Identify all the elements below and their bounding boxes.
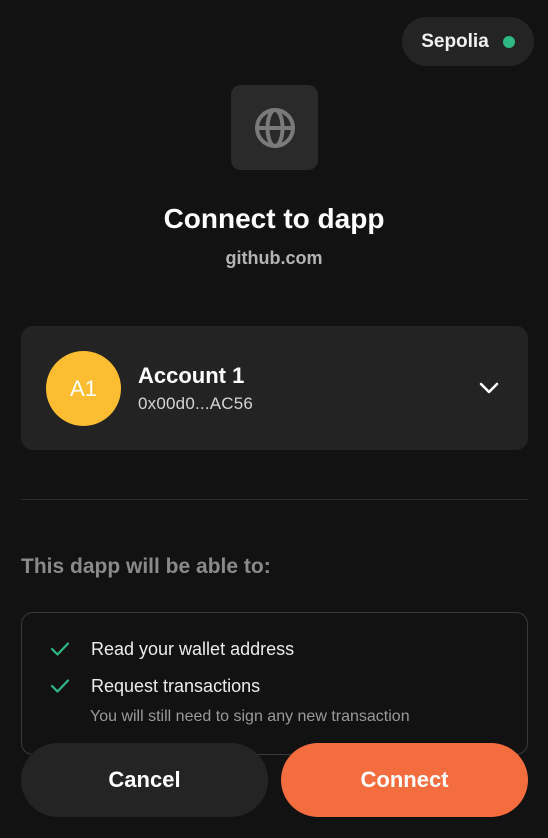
section-divider [21,499,528,500]
page-title: Connect to dapp [163,203,385,234]
permission-label: Read your wallet address [91,638,295,659]
network-status-dot [502,35,515,48]
check-icon [50,638,72,660]
connect-dapp-screen: Sepolia Connect to dapp github.com A1 Ac… [0,0,548,838]
permissions-list: Read your wallet address Request transac… [21,612,528,755]
network-label: Sepolia [421,30,489,52]
chevron-down-icon[interactable] [477,378,501,398]
account-name: Account 1 [138,363,245,388]
site-icon-container [231,85,318,170]
cancel-button[interactable]: Cancel [21,743,268,817]
list-item: Read your wallet address [50,638,294,660]
network-selector[interactable]: Sepolia [402,17,534,66]
avatar: A1 [46,351,121,426]
check-icon [50,675,72,697]
permission-label: Request transactions [91,675,261,696]
account-selector[interactable]: A1 Account 1 0x00d0...AC56 [21,326,528,450]
account-address: 0x00d0...AC56 [138,394,254,413]
globe-icon [254,107,295,148]
permissions-heading: This dapp will be able to: [21,555,271,578]
connect-button[interactable]: Connect [281,743,528,817]
site-domain: github.com [225,248,323,268]
permission-note: You will still need to sign any new tran… [90,708,410,725]
list-item: Request transactions [50,675,260,697]
